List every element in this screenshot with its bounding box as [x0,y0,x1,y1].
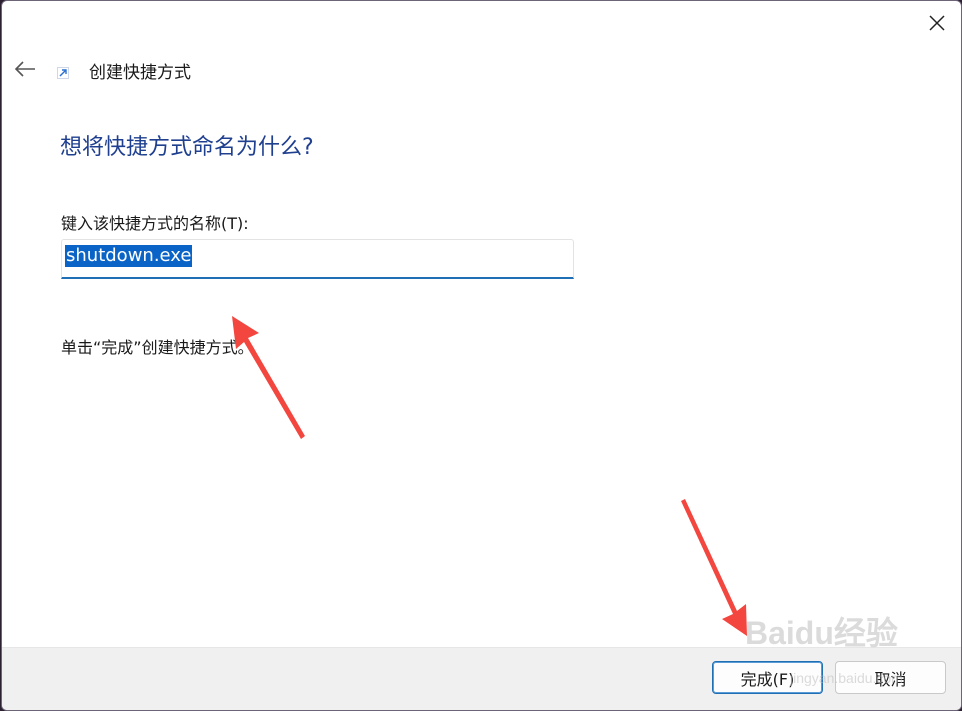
finish-hint-text: 单击“完成”创建快捷方式。 [61,338,254,357]
back-button[interactable] [10,55,40,83]
create-shortcut-dialog: 创建快捷方式 想将快捷方式命名为什么? 键入该快捷方式的名称(T): shutd… [1,0,962,711]
close-button[interactable] [922,9,952,37]
page-heading: 想将快捷方式命名为什么? [60,135,314,160]
shortcut-name-label: 键入该快捷方式的名称(T): [61,214,249,233]
baidu-watermark: Baidu经验 [745,615,898,651]
back-arrow-icon [14,61,35,77]
close-icon [929,15,945,31]
baidu-watermark-url: jingyan.baidu.com [790,670,903,686]
shortcut-name-value: shutdown.exe [65,245,193,267]
shortcut-arrow-icon [57,67,69,79]
wizard-title: 创建快捷方式 [89,63,191,83]
shortcut-name-input[interactable]: shutdown.exe [61,239,574,279]
